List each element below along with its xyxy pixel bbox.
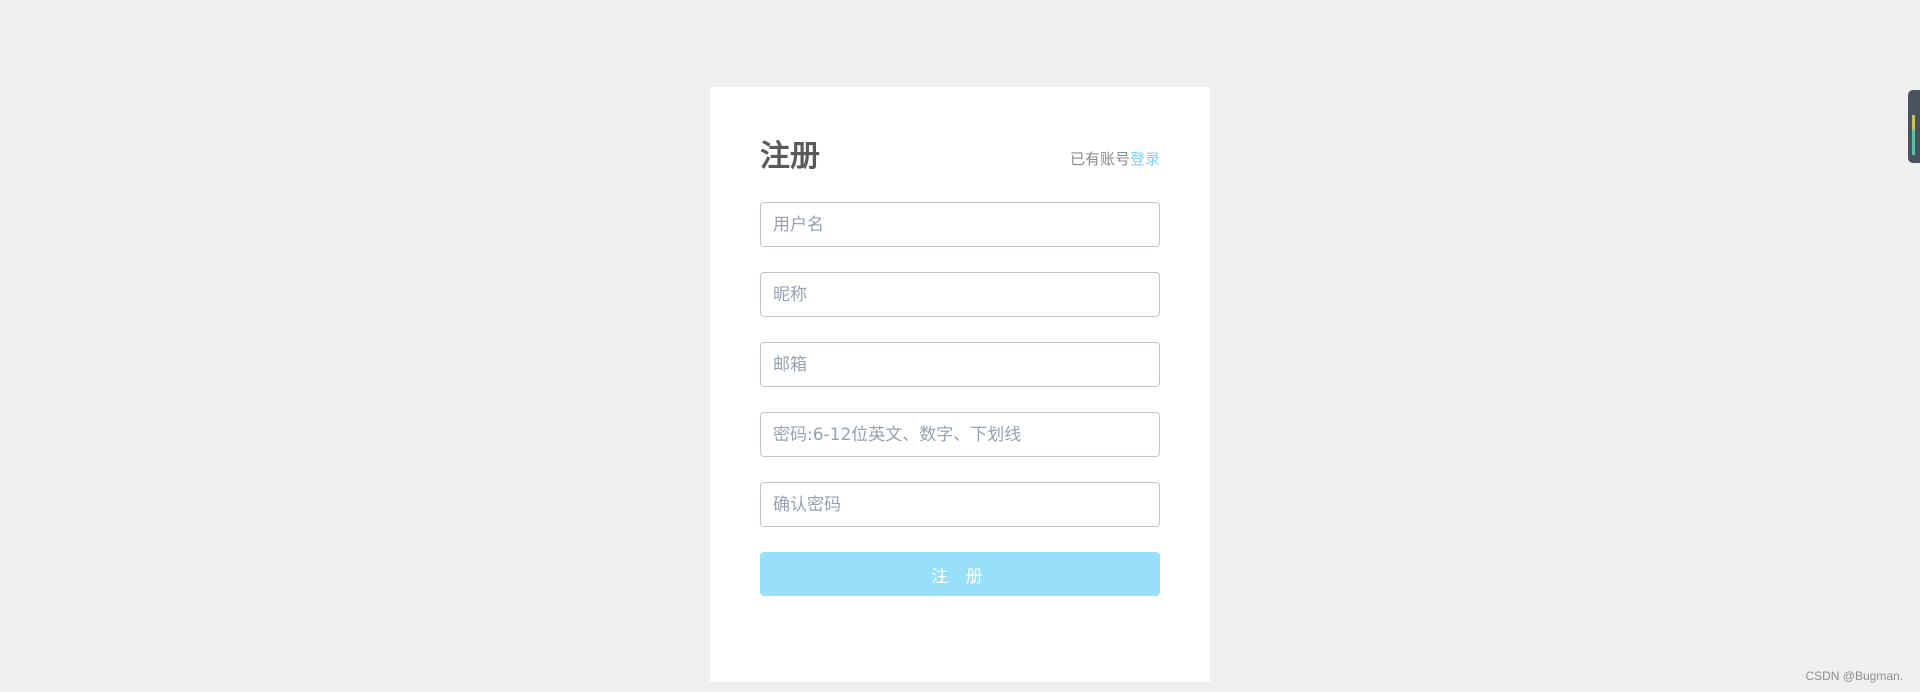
- card-header: 注册 已有账号登录: [760, 137, 1160, 177]
- login-link[interactable]: 登录: [1130, 150, 1160, 168]
- login-prompt-text: 已有账号: [1069, 150, 1130, 168]
- volume-meter-bar: [1912, 98, 1915, 155]
- login-hint: 已有账号登录: [1070, 149, 1160, 169]
- username-field[interactable]: [760, 202, 1160, 247]
- volume-meter-icon[interactable]: [1908, 90, 1920, 163]
- page: 注册 已有账号登录 注 册 CSDN @Bugman.: [0, 0, 1920, 692]
- register-card: 注册 已有账号登录 注 册: [710, 87, 1210, 682]
- nickname-field[interactable]: [760, 272, 1160, 317]
- register-form: 注 册: [760, 202, 1160, 596]
- register-button[interactable]: 注 册: [760, 552, 1160, 596]
- password-field[interactable]: [760, 412, 1160, 457]
- confirm-password-field[interactable]: [760, 482, 1160, 527]
- page-title: 注册: [760, 139, 820, 174]
- email-field[interactable]: [760, 342, 1160, 387]
- watermark: CSDN @Bugman.: [1805, 669, 1903, 683]
